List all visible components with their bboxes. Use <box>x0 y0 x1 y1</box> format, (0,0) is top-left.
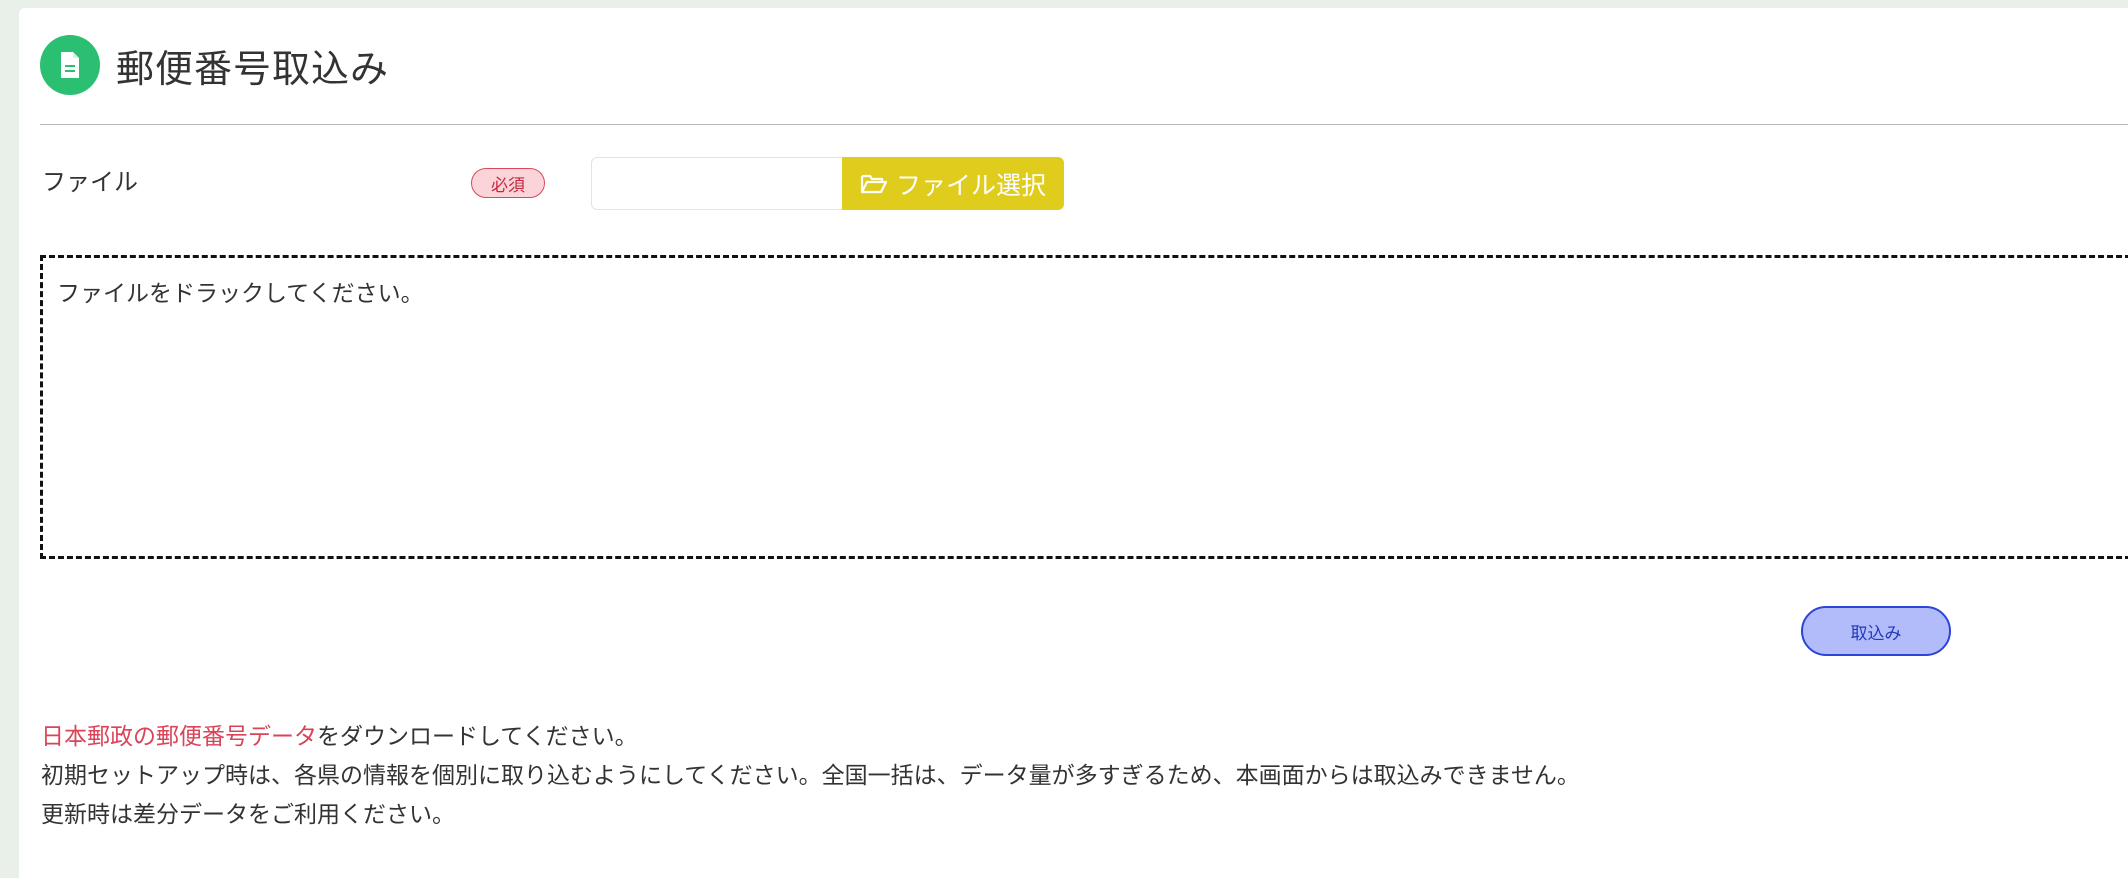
note-line-1-text: をダウンロードしてください。 <box>317 724 638 750</box>
page-header: 郵便番号取込み <box>40 35 389 95</box>
note-line-1: 日本郵政の郵便番号データをダウンロードしてください。 <box>41 718 1580 757</box>
page-title: 郵便番号取込み <box>116 46 390 91</box>
file-drop-zone[interactable]: ファイルをドラックしてください。 <box>40 255 2128 559</box>
instructions: 日本郵政の郵便番号データをダウンロードしてください。 初期セットアップ時は、各県… <box>41 718 1580 835</box>
japan-post-data-link[interactable]: 日本郵政の郵便番号データ <box>41 724 317 750</box>
import-button[interactable]: 取込み <box>1801 606 1951 656</box>
file-field-label: ファイル <box>42 168 138 196</box>
file-select-label: ファイル選択 <box>895 170 1046 200</box>
folder-open-icon <box>860 173 888 195</box>
note-line-2: 初期セットアップ時は、各県の情報を個別に取り込むようにしてください。全国一括は、… <box>41 763 1580 789</box>
required-badge: 必須 <box>471 168 545 198</box>
note-line-3: 更新時は差分データをご利用ください。 <box>41 802 455 828</box>
document-icon <box>40 35 100 95</box>
header-divider <box>40 124 2128 125</box>
file-select-button[interactable]: ファイル選択 <box>842 157 1064 210</box>
drop-zone-text: ファイルをドラックしてください。 <box>57 281 424 307</box>
file-name-input[interactable] <box>591 157 843 210</box>
